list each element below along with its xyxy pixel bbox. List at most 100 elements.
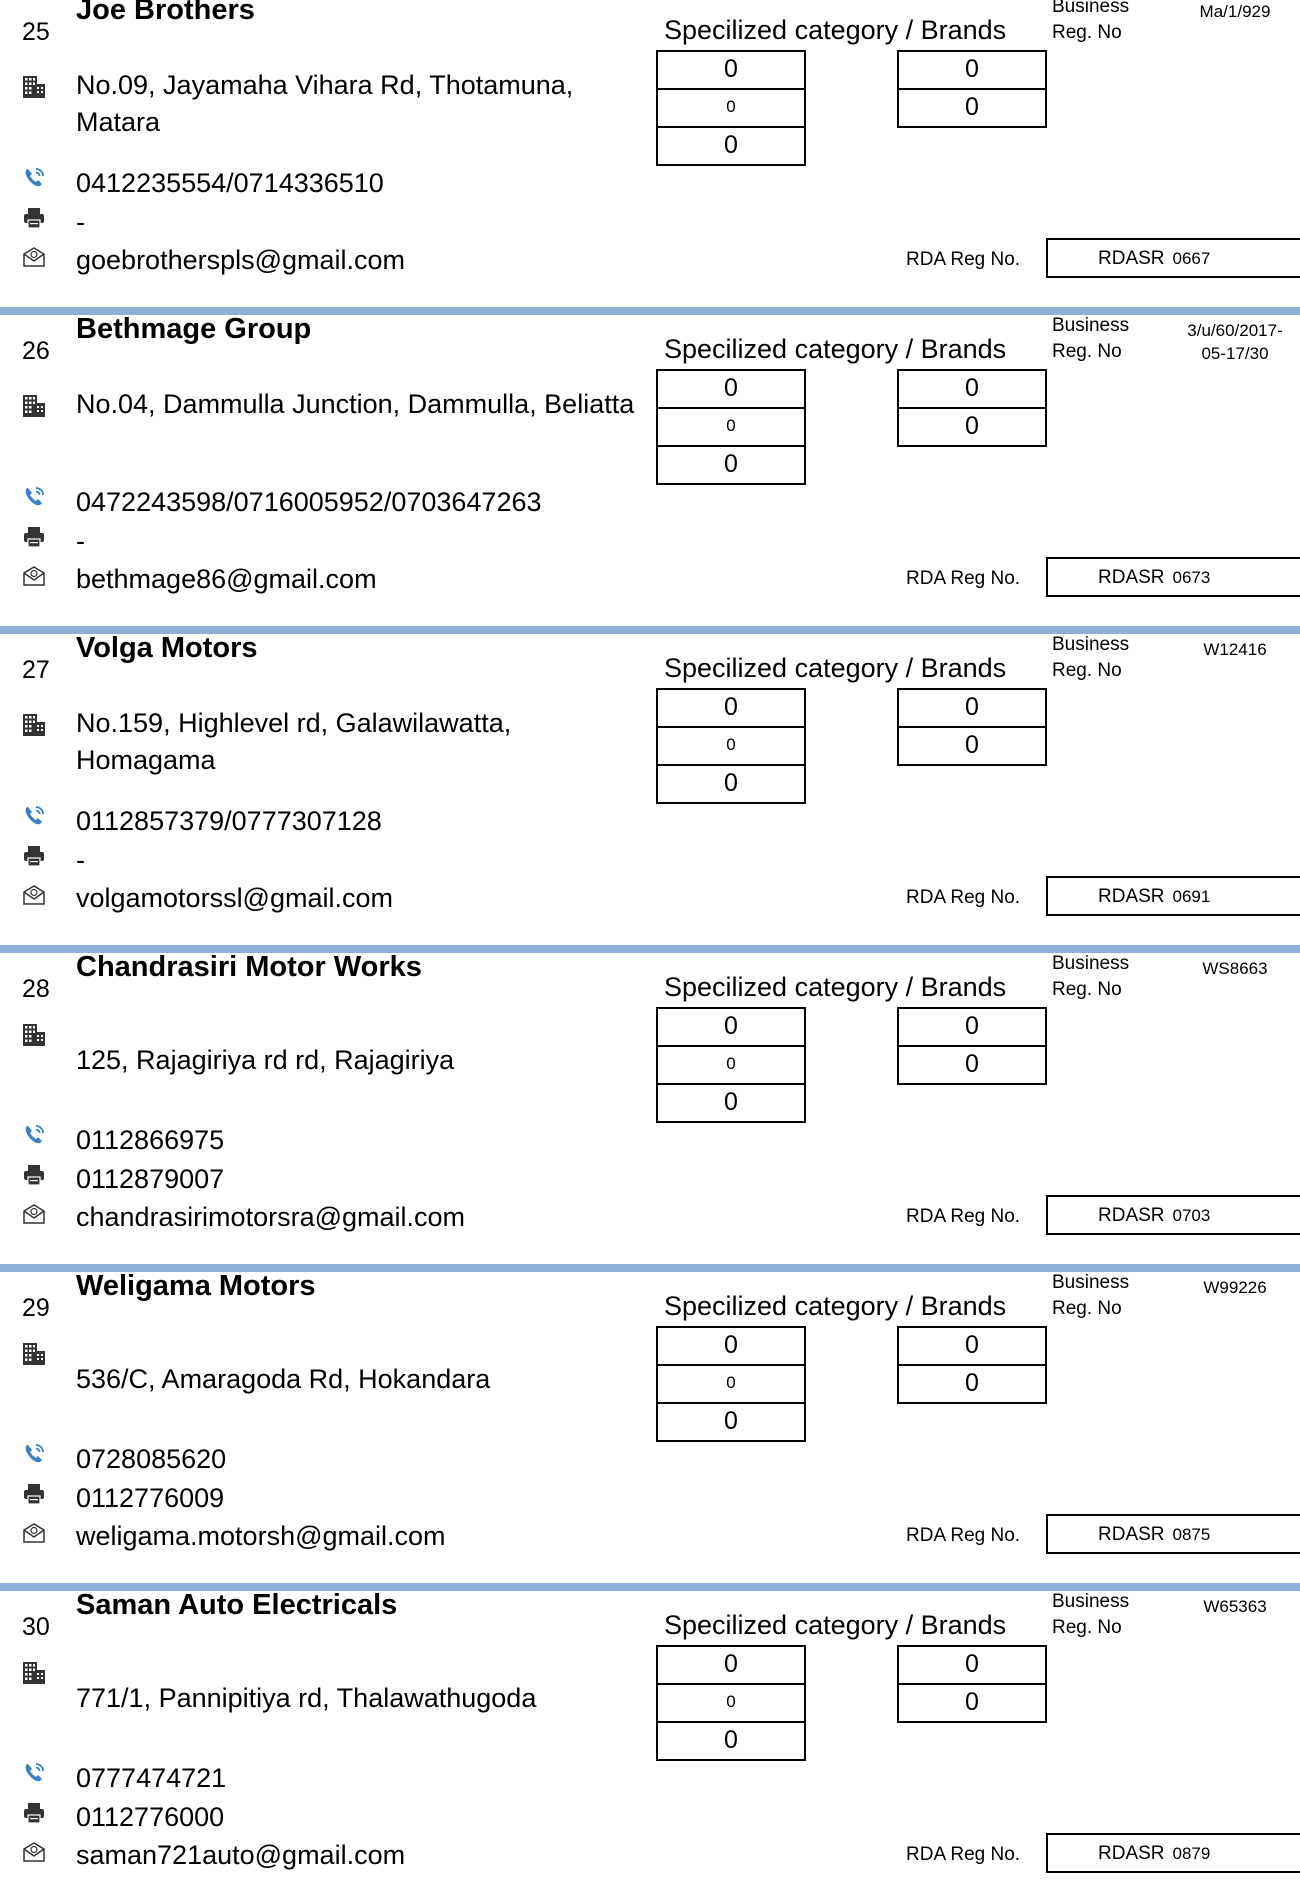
email-icon bbox=[23, 885, 45, 905]
business-reg-label: Business Reg. No bbox=[1052, 1591, 1130, 1638]
brand-box: 0 bbox=[656, 1645, 806, 1685]
specialized-category-title: Specilized category / Brands bbox=[664, 15, 1007, 45]
rda-reg-number: RDASR 0667 bbox=[1046, 238, 1300, 278]
brand-box: 0 bbox=[656, 726, 806, 766]
business-address: No.09, Jayamaha Vihara Rd, Thotamuna, Ma… bbox=[76, 70, 574, 137]
email-address[interactable]: volgamotorssl@gmail.com bbox=[76, 883, 393, 914]
printer-icon bbox=[24, 1484, 44, 1505]
rda-reg-number: RDASR 0691 bbox=[1046, 876, 1300, 916]
printer-icon bbox=[24, 1803, 44, 1824]
phone-number: 0472243598/0716005952/0703647263 bbox=[76, 487, 542, 517]
fax-number: - bbox=[76, 845, 85, 875]
brand-box: 0 bbox=[656, 445, 806, 485]
email-address[interactable]: saman721auto@gmail.com bbox=[76, 1840, 405, 1871]
business-reg-label: Business Reg. No bbox=[1052, 0, 1130, 43]
brand-box: 0 bbox=[897, 1645, 1047, 1685]
entry-number: 26 bbox=[22, 337, 50, 365]
business-name: Weligama Motors bbox=[76, 1270, 316, 1302]
brand-box: 0 bbox=[656, 369, 806, 409]
printer-icon bbox=[24, 1165, 44, 1186]
business-name: Joe Brothers bbox=[76, 0, 255, 26]
building-icon bbox=[23, 1343, 45, 1365]
phone-icon bbox=[25, 1125, 44, 1144]
phone-icon bbox=[25, 1763, 44, 1782]
fax-number: 0112776009 bbox=[76, 1483, 225, 1513]
directory-page: 25 Joe Brothers No.09, Jayamaha Vihara R… bbox=[0, 0, 1300, 1889]
email-icon bbox=[23, 1842, 45, 1862]
email-icon bbox=[23, 1523, 45, 1543]
phone-number: 0112866975 bbox=[76, 1125, 225, 1155]
business-name: Saman Auto Electricals bbox=[76, 1589, 398, 1621]
email-address[interactable]: weligama.motorsh@gmail.com bbox=[76, 1521, 446, 1552]
brand-box: 0 bbox=[656, 50, 806, 90]
printer-icon bbox=[24, 527, 44, 548]
brand-box: 0 bbox=[656, 1326, 806, 1366]
business-reg-number: W12416 bbox=[1203, 640, 1267, 659]
brand-box: 0 bbox=[897, 688, 1047, 728]
rda-reg-label: RDA Reg No. bbox=[906, 249, 1021, 270]
business-reg-number: W65363 bbox=[1203, 1597, 1267, 1616]
business-reg-label: Business Reg. No bbox=[1052, 634, 1130, 681]
printer-icon bbox=[24, 846, 44, 867]
brand-box: 0 bbox=[656, 126, 806, 166]
directory-entry: 27 Volga Motors No.159, Highlevel rd, Ga… bbox=[0, 626, 1300, 946]
business-address: 771/1, Pannipitiya rd, Thalawathugoda bbox=[76, 1683, 537, 1713]
business-reg-number: 3/u/60/2017-05-17/30 bbox=[1187, 321, 1283, 363]
building-icon bbox=[23, 714, 45, 736]
entry-number: 30 bbox=[22, 1613, 50, 1641]
directory-entry: 26 Bethmage Group No.04, Dammulla Juncti… bbox=[0, 307, 1300, 627]
business-address: No.159, Highlevel rd, Galawilawatta, Hom… bbox=[76, 708, 512, 775]
business-reg-label: Business Reg. No bbox=[1052, 315, 1130, 362]
brand-box: 0 bbox=[897, 726, 1047, 766]
rda-reg-number: RDASR 0879 bbox=[1046, 1833, 1300, 1873]
email-address[interactable]: bethmage86@gmail.com bbox=[76, 564, 377, 595]
brand-box: 0 bbox=[897, 1683, 1047, 1723]
phone-number: 0412235554/0714336510 bbox=[76, 168, 384, 198]
business-reg-number: WS8663 bbox=[1202, 959, 1268, 978]
brand-box: 0 bbox=[656, 407, 806, 447]
directory-entry: 25 Joe Brothers No.09, Jayamaha Vihara R… bbox=[0, 0, 1300, 308]
specialized-category-title: Specilized category / Brands bbox=[664, 972, 1007, 1002]
brand-box: 0 bbox=[656, 688, 806, 728]
business-address: 125, Rajagiriya rd rd, Rajagiriya bbox=[76, 1045, 455, 1075]
specialized-category-title: Specilized category / Brands bbox=[664, 334, 1007, 364]
building-icon bbox=[23, 1024, 45, 1046]
directory-entry: 30 Saman Auto Electricals 771/1, Pannipi… bbox=[0, 1583, 1300, 1903]
rda-reg-label: RDA Reg No. bbox=[906, 887, 1021, 908]
business-name: Volga Motors bbox=[76, 632, 258, 664]
entry-number: 29 bbox=[22, 1294, 50, 1322]
building-icon bbox=[23, 76, 45, 98]
business-reg-number: Ma/1/929 bbox=[1199, 2, 1271, 21]
brand-box: 0 bbox=[897, 407, 1047, 447]
brand-box: 0 bbox=[656, 88, 806, 128]
brand-box: 0 bbox=[656, 1007, 806, 1047]
building-icon bbox=[23, 1662, 45, 1684]
phone-number: 0777474721 bbox=[76, 1763, 227, 1793]
fax-number: 0112776000 bbox=[76, 1802, 225, 1832]
entry-number: 25 bbox=[22, 18, 50, 46]
email-address[interactable]: goebrotherspls@gmail.com bbox=[76, 245, 405, 276]
email-icon bbox=[23, 566, 45, 586]
phone-icon bbox=[25, 806, 44, 825]
entry-number: 27 bbox=[22, 656, 50, 684]
entry-number: 28 bbox=[22, 975, 50, 1003]
fax-number: - bbox=[76, 526, 85, 556]
business-reg-label: Business Reg. No bbox=[1052, 953, 1130, 1000]
rda-reg-number: RDASR 0673 bbox=[1046, 557, 1300, 597]
business-address: 536/C, Amaragoda Rd, Hokandara bbox=[76, 1364, 491, 1394]
brand-box: 0 bbox=[897, 1045, 1047, 1085]
rda-reg-label: RDA Reg No. bbox=[906, 568, 1021, 589]
brand-box: 0 bbox=[897, 369, 1047, 409]
email-address[interactable]: chandrasirimotorsra@gmail.com bbox=[76, 1202, 465, 1233]
fax-number: 0112879007 bbox=[76, 1164, 225, 1194]
brand-box: 0 bbox=[656, 1083, 806, 1123]
phone-icon bbox=[25, 168, 44, 187]
business-reg-number: W99226 bbox=[1203, 1278, 1267, 1297]
rda-reg-label: RDA Reg No. bbox=[906, 1525, 1021, 1546]
phone-number: 0728085620 bbox=[76, 1444, 227, 1474]
email-icon bbox=[23, 247, 45, 267]
rda-reg-number: RDASR 0875 bbox=[1046, 1514, 1300, 1554]
specialized-category-title: Specilized category / Brands bbox=[664, 1291, 1007, 1321]
phone-icon bbox=[25, 1444, 44, 1463]
business-name: Chandrasiri Motor Works bbox=[76, 951, 422, 983]
